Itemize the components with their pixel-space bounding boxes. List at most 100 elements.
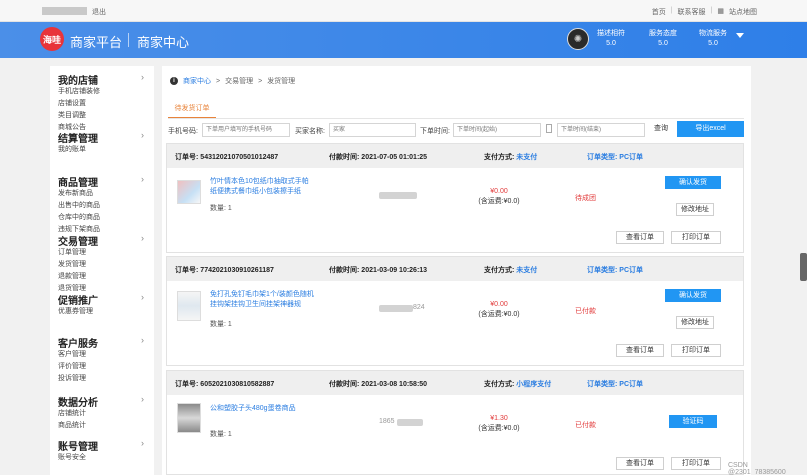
logout-link[interactable]: 退出	[92, 7, 106, 17]
confirm-ship-button[interactable]: 确认发货	[665, 176, 721, 189]
chevron-right-icon[interactable]: ›	[141, 72, 144, 82]
product-thumbnail[interactable]	[177, 291, 201, 321]
sidebar-section-title[interactable]: 交易管理	[58, 233, 150, 248]
sidebar-item[interactable]: 订单管理	[58, 247, 106, 259]
product-name-link[interactable]: 竹叶情本色10包纸巾抽取式手帕纸便携式餐巾纸小包装擦手纸	[210, 177, 315, 197]
sidebar-item[interactable]: 类目调整	[58, 110, 106, 122]
sidebar-item[interactable]: 我的账单	[58, 144, 106, 156]
sidebar-item[interactable]: 出售中的商品	[58, 200, 106, 212]
price-block: ¥0.00 (含运费:¥0.0)	[478, 188, 520, 205]
sidebar-section-title[interactable]: 我的店铺	[58, 72, 150, 87]
pay-method: 支付方式: 未支付	[484, 154, 538, 161]
breadcrumb-item[interactable]: 商家中心	[183, 76, 211, 86]
sidebar-section-title[interactable]: 结算管理	[58, 130, 150, 145]
breadcrumb: i 商家中心 > 交易管理 > 发货管理	[170, 76, 295, 86]
sidebar-section-store: 我的店铺 › 手机店铺装修 店铺设置 类目调整 商城公告	[58, 72, 150, 134]
tab-pending-shipment[interactable]: 待发货订单	[168, 103, 216, 119]
sidebar-item[interactable]: 客户管理	[58, 349, 106, 361]
sidebar-item[interactable]: 手机店铺装修	[58, 86, 106, 98]
end-time-input[interactable]	[557, 123, 645, 137]
order-no: 订单号: 54312021070501012487	[175, 154, 279, 161]
chevron-right-icon[interactable]: ›	[141, 130, 144, 140]
chevron-down-icon[interactable]	[736, 33, 744, 38]
sidebar-section-settlement: 结算管理 › 我的账单	[58, 130, 150, 156]
phone-input[interactable]	[202, 123, 290, 137]
product-name-link[interactable]: 免打孔免钉毛巾架1个/装颜色随机挂钩架挂钩卫生间挂架神器规	[210, 290, 315, 310]
sidebar-item[interactable]: 店铺统计	[58, 408, 106, 420]
order-card: 订单号: 6052021030810582887 付款时间: 2021-03-0…	[166, 370, 744, 475]
sidebar-section-title[interactable]: 促销推广	[58, 292, 150, 307]
edit-address-button[interactable]: 修改地址	[676, 203, 714, 216]
buyer-phone-head: 1865	[379, 418, 395, 425]
sidebar-item[interactable]: 评价管理	[58, 361, 106, 373]
product-thumbnail[interactable]	[177, 403, 201, 433]
chevron-right-icon[interactable]: ›	[141, 292, 144, 302]
sidebar-item[interactable]: 店铺设置	[58, 98, 106, 110]
sidebar-item[interactable]: 发货管理	[58, 259, 106, 271]
chevron-right-icon[interactable]: ›	[141, 438, 144, 448]
breadcrumb-item[interactable]: 交易管理	[225, 76, 253, 86]
verify-code-button[interactable]: 验证码	[669, 415, 717, 428]
view-order-button[interactable]: 查看订单	[616, 344, 664, 357]
calendar-icon[interactable]	[546, 124, 552, 133]
support-link[interactable]: 联系客服	[678, 7, 706, 17]
store-avatar[interactable]: ✺	[567, 28, 589, 50]
order-card: 订单号: 7742021030910261187 付款时间: 2021-03-0…	[166, 256, 744, 366]
breadcrumb-item: 发货管理	[267, 78, 296, 85]
quantity: 数量: 1	[210, 205, 232, 212]
query-button[interactable]: 查询	[649, 123, 673, 137]
sidebar-section-title[interactable]: 账号管理	[58, 438, 150, 453]
view-order-button[interactable]: 查看订单	[616, 231, 664, 244]
view-order-button[interactable]: 查看订单	[616, 457, 664, 470]
order-type: 订单类型: PC订单	[587, 267, 644, 274]
pay-method: 支付方式: 未支付	[484, 267, 538, 274]
order-status: 待成团	[575, 195, 596, 202]
chevron-right-icon[interactable]: ›	[141, 394, 144, 404]
brand-logo[interactable]: 海哇	[40, 27, 64, 51]
pay-time: 付款时间: 2021-03-08 10:58:50	[329, 381, 428, 388]
quantity: 数量: 1	[210, 321, 232, 328]
order-no: 订单号: 6052021030810582887	[175, 381, 275, 388]
sidebar-section-title[interactable]: 客户服务	[58, 335, 150, 350]
chevron-right-icon[interactable]: ›	[141, 335, 144, 345]
start-time-input[interactable]	[453, 123, 541, 137]
sidebar-item[interactable]: 发布新商品	[58, 188, 106, 200]
order-card: 订单号: 54312021070501012487 付款时间: 2021-07-…	[166, 143, 744, 253]
print-order-button[interactable]: 打印订单	[671, 457, 721, 470]
sitemap-icon: ▦	[717, 8, 724, 15]
sidebar-section-title[interactable]: 数据分析	[58, 394, 150, 409]
home-link[interactable]: 首页	[652, 7, 666, 17]
sidebar-item[interactable]: 投诉管理	[58, 373, 106, 385]
sidebar-item[interactable]: 账号安全	[58, 452, 106, 464]
buyer-phone-tail: 824	[413, 304, 425, 311]
price-block: ¥0.00 (含运费:¥0.0)	[478, 301, 520, 318]
sidebar-section-customer: 客户服务 › 客户管理 评价管理 投诉管理	[58, 335, 150, 385]
buyer-input[interactable]	[329, 123, 416, 137]
order-status: 已付款	[575, 422, 596, 429]
buyer-masked	[379, 192, 417, 199]
sidebar-item[interactable]: 优惠券管理	[58, 306, 106, 318]
metric-logistics: 物流服务 5.0	[699, 30, 727, 47]
confirm-ship-button[interactable]: 确认发货	[665, 289, 721, 302]
chevron-right-icon[interactable]: ›	[141, 174, 144, 184]
sidebar-item[interactable]: 仓库中的商品	[58, 212, 106, 224]
sitemap-link[interactable]: 站点地图	[729, 7, 757, 17]
sidebar-section-title[interactable]: 商品管理	[58, 174, 150, 189]
chevron-right-icon[interactable]: ›	[141, 233, 144, 243]
order-type: 订单类型: PC订单	[587, 381, 644, 388]
watermark: CSDN @2301_78385600	[728, 462, 786, 475]
sidebar-item[interactable]: 退款管理	[58, 271, 106, 283]
product-name-link[interactable]: 公和塑胶子头480g蛋卷商品	[210, 404, 315, 414]
buyer-masked	[379, 305, 413, 312]
scrollbar-handle[interactable]	[800, 253, 807, 281]
product-thumbnail[interactable]	[177, 180, 201, 204]
sidebar-section-trade: 交易管理 › 订单管理 发货管理 退款管理 退货管理	[58, 233, 150, 295]
export-excel-button[interactable]: 导出excel	[677, 121, 744, 137]
username-masked	[42, 7, 87, 15]
print-order-button[interactable]: 打印订单	[671, 231, 721, 244]
edit-address-button[interactable]: 修改地址	[676, 316, 714, 329]
metric-description: 描述相符 5.0	[597, 30, 625, 47]
order-header: 订单号: 7742021030910261187 付款时间: 2021-03-0…	[167, 257, 743, 281]
sidebar-item[interactable]: 商品统计	[58, 420, 106, 432]
print-order-button[interactable]: 打印订单	[671, 344, 721, 357]
